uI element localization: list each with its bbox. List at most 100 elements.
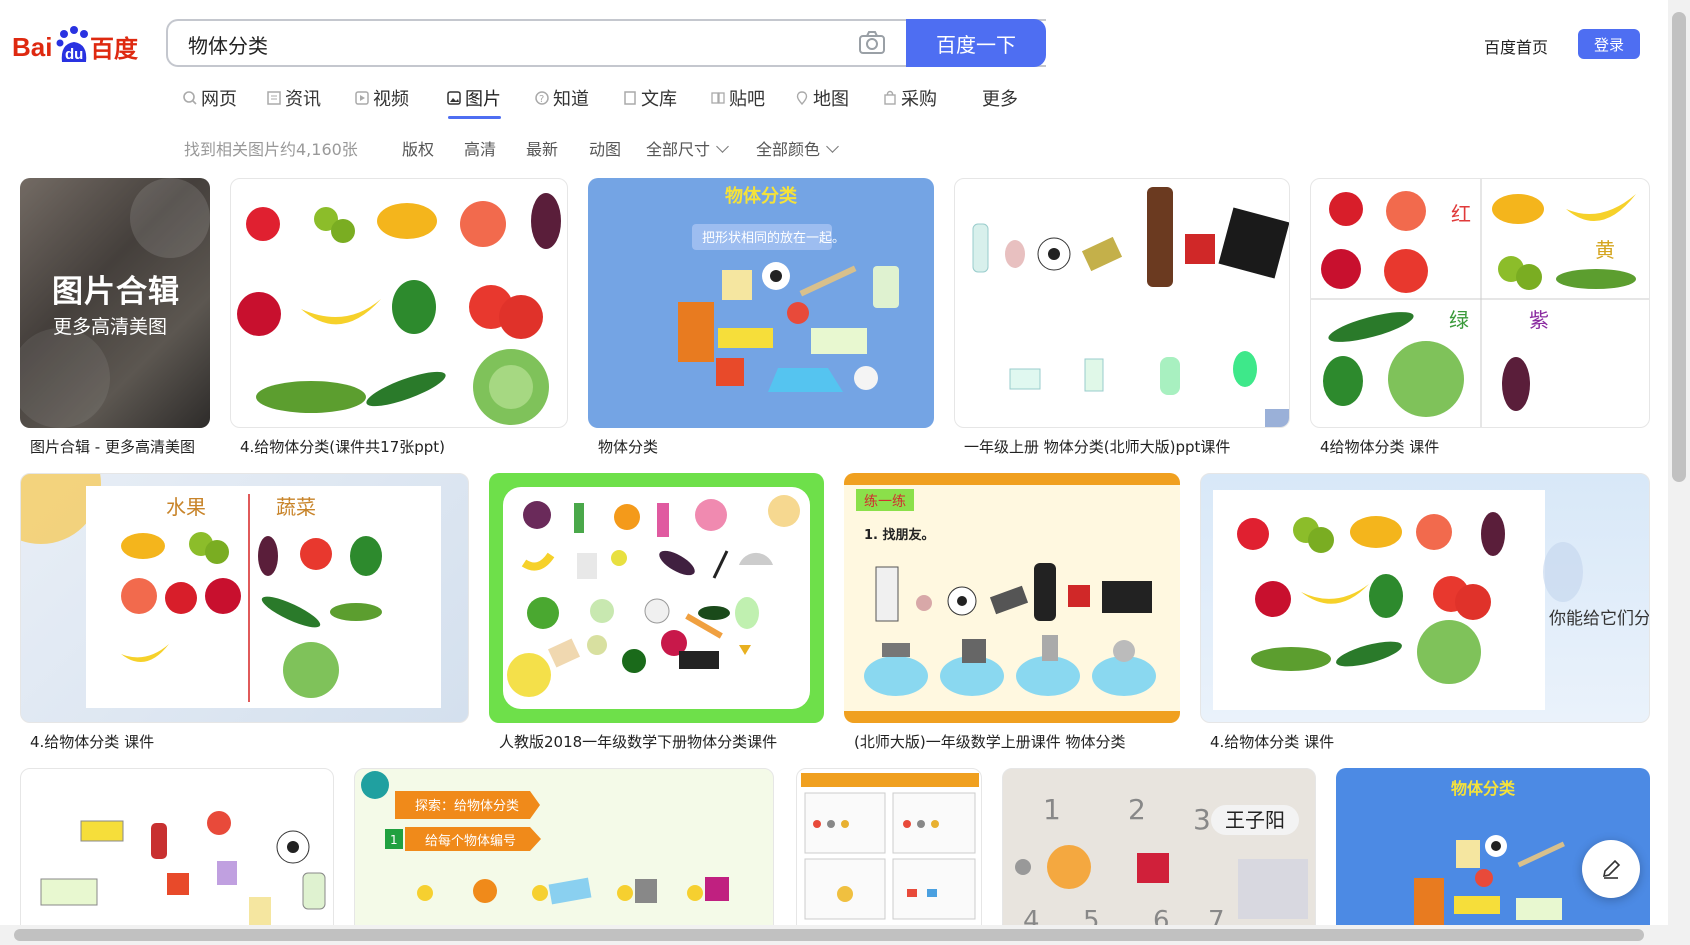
image-card[interactable]: 1 2 3 4 5 6 7 王子阳 — [1002, 768, 1316, 938]
image-icon — [447, 91, 461, 105]
svg-text:1: 1 — [390, 833, 398, 847]
image-caption[interactable]: 图片合辑 - 更多高清美图 — [30, 436, 205, 457]
document-icon — [624, 91, 636, 105]
camera-icon[interactable] — [858, 31, 886, 55]
tab-news[interactable]: 资讯 — [266, 83, 321, 113]
vertical-scrollbar[interactable] — [1668, 0, 1690, 945]
image-card[interactable] — [20, 768, 334, 938]
filter-color[interactable]: 全部颜色 — [756, 136, 839, 160]
image-thumbnail[interactable] — [230, 178, 568, 428]
tab-label: 知道 — [553, 89, 589, 110]
svg-text:1: 1 — [1043, 793, 1061, 826]
image-card[interactable]: 人教版2018一年级数学下册物体分类课件 — [489, 473, 824, 755]
image-card[interactable]: 水果 蔬菜 4.给物体分类 课件 — [20, 473, 469, 755]
tab-map[interactable]: 地图 — [794, 83, 849, 113]
tab-purchase[interactable]: 采购 — [882, 83, 937, 113]
image-card[interactable]: 红 黄 绿 紫 4给物体分类 课件 — [1310, 178, 1650, 458]
filter-copyright[interactable]: 版权 — [402, 136, 434, 160]
map-icon — [796, 91, 808, 106]
image-caption[interactable]: 4.给物体分类 课件 — [1210, 731, 1640, 752]
edit-float-button[interactable] — [1582, 840, 1640, 898]
album-title: 图片合辑 — [52, 274, 180, 310]
image-card[interactable]: 你能给它们分类吗？ 4.给物体分类 课件 — [1200, 473, 1650, 755]
tab-label: 视频 — [373, 89, 409, 110]
svg-text:?: ? — [539, 94, 544, 105]
image-text: 紫 — [1529, 308, 1549, 332]
image-thumbnail[interactable] — [20, 768, 334, 938]
login-button[interactable]: 登录 — [1578, 29, 1640, 59]
tab-zhidao[interactable]: ? 知道 — [534, 83, 589, 113]
chevron-down-icon — [716, 140, 729, 153]
image-thumbnail[interactable]: 水果 蔬菜 — [20, 473, 469, 723]
image-card[interactable]: 练一练 1. 找朋友。 (北师大版)一年级数学上册课件 物体分类 — [844, 473, 1180, 755]
search-icon — [183, 91, 197, 105]
filter-size[interactable]: 全部尺寸 — [646, 136, 729, 160]
name-badge: 王子阳 — [1211, 805, 1299, 835]
image-text: 物体分类 — [725, 185, 798, 207]
tab-web[interactable]: 网页 — [182, 83, 237, 113]
filter-size-label: 全部尺寸 — [646, 140, 711, 159]
image-thumbnail[interactable] — [489, 473, 824, 723]
image-text: 红 — [1451, 202, 1471, 226]
tab-label: 网页 — [201, 89, 237, 110]
pencil-icon — [1602, 859, 1621, 879]
tab-images[interactable]: 图片 — [446, 83, 501, 119]
image-card[interactable] — [796, 768, 982, 938]
filter-hd[interactable]: 高清 — [464, 136, 496, 160]
image-card[interactable]: 一年级上册 物体分类(北师大版)ppt课件 — [954, 178, 1290, 458]
image-text: 1. 找朋友。 — [864, 527, 935, 543]
image-text: 物体分类 — [1451, 779, 1516, 798]
image-caption[interactable]: 一年级上册 物体分类(北师大版)ppt课件 — [964, 436, 1284, 457]
image-thumbnail[interactable]: 红 黄 绿 紫 — [1310, 178, 1650, 428]
filter-latest[interactable]: 最新 — [526, 136, 558, 160]
image-text: 蔬菜 — [276, 495, 316, 519]
scrollbar-thumb[interactable] — [14, 929, 1644, 941]
svg-text:百度: 百度 — [90, 35, 139, 63]
chevron-down-icon — [826, 140, 839, 153]
image-text: 练一练 — [864, 494, 906, 510]
image-text: 探索：给物体分类 — [415, 799, 519, 814]
search-button[interactable]: 百度一下 — [906, 19, 1046, 67]
image-card[interactable]: 4.给物体分类(课件共17张ppt) — [230, 178, 568, 458]
tab-wenku[interactable]: 文库 — [622, 83, 677, 113]
album-thumbnail[interactable]: 图片合辑 更多高清美图 — [20, 178, 210, 428]
image-thumbnail[interactable]: 你能给它们分类吗？ — [1200, 473, 1650, 723]
horizontal-scrollbar[interactable] — [0, 925, 1668, 945]
tab-label: 地图 — [813, 89, 849, 110]
image-text: 给每个物体编号 — [425, 833, 516, 849]
tab-label: 文库 — [641, 89, 677, 110]
image-thumbnail[interactable]: 物体分类 把形状相同的放在一起。 — [588, 178, 934, 428]
filter-animated[interactable]: 动图 — [589, 136, 621, 160]
tab-more[interactable]: 更多 — [982, 83, 1018, 113]
tab-tieba[interactable]: 贴吧 — [710, 83, 765, 113]
shopping-icon — [884, 90, 896, 105]
image-caption[interactable]: 人教版2018一年级数学下册物体分类课件 — [499, 731, 814, 752]
tab-label: 资讯 — [285, 89, 321, 110]
scrollbar-thumb[interactable] — [1672, 12, 1686, 482]
image-thumbnail[interactable] — [796, 768, 982, 938]
image-text: 绿 — [1449, 308, 1469, 332]
baidu-logo[interactable]: Bai du 百度 — [12, 22, 142, 66]
svg-text:du: du — [65, 46, 83, 63]
svg-text:2: 2 — [1128, 793, 1146, 826]
home-link[interactable]: 百度首页 — [1484, 34, 1548, 58]
image-thumbnail[interactable]: 探索：给物体分类 1 给每个物体编号 — [354, 768, 774, 938]
image-thumbnail[interactable] — [954, 178, 1290, 428]
search-input[interactable] — [186, 30, 850, 58]
image-thumbnail[interactable]: 练一练 1. 找朋友。 — [844, 473, 1180, 723]
image-caption[interactable]: 物体分类 — [598, 436, 918, 457]
image-card[interactable]: 探索：给物体分类 1 给每个物体编号 — [354, 768, 774, 938]
tieba-icon — [711, 92, 725, 104]
tab-label: 图片 — [465, 89, 501, 110]
image-thumbnail[interactable]: 1 2 3 4 5 6 7 王子阳 — [1002, 768, 1316, 938]
tab-label: 贴吧 — [729, 89, 765, 110]
svg-text:Bai: Bai — [12, 32, 52, 62]
image-caption[interactable]: (北师大版)一年级数学上册课件 物体分类 — [854, 731, 1169, 752]
image-card[interactable]: 物体分类 把形状相同的放在一起。 物体分类 — [588, 178, 934, 458]
image-caption[interactable]: 4.给物体分类 课件 — [30, 731, 460, 752]
image-card[interactable]: 图片合辑 更多高清美图 图片合辑 - 更多高清美图 — [20, 178, 210, 458]
question-icon: ? — [535, 91, 549, 105]
tab-video[interactable]: 视频 — [354, 83, 409, 113]
image-caption[interactable]: 4.给物体分类(课件共17张ppt) — [240, 436, 560, 457]
image-caption[interactable]: 4给物体分类 课件 — [1320, 436, 1640, 457]
